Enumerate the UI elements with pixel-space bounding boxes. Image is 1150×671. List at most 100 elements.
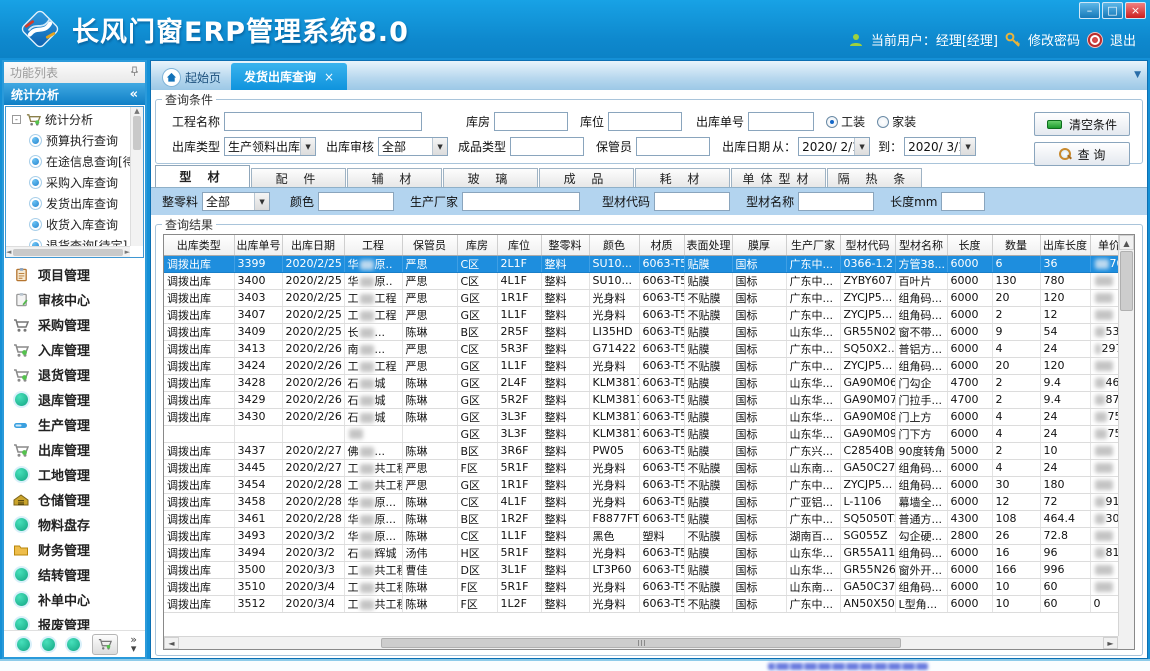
maximize-button[interactable]: □ bbox=[1102, 2, 1123, 19]
table-row[interactable]: 调拨出库34302020/2/26石城陈琳G区3L3F整料KLM38176063… bbox=[164, 408, 1118, 425]
maker-input[interactable] bbox=[462, 192, 580, 211]
table-row[interactable]: 调拨出库34612020/2/28华原...陈琳B区1R2F整料F8877FT6… bbox=[164, 510, 1118, 527]
sidebar-module-结转管理[interactable]: 结转管理 bbox=[4, 562, 145, 587]
scroll-up-icon[interactable]: ▲ bbox=[131, 107, 143, 115]
scroll-left-icon[interactable]: ◄ bbox=[6, 248, 11, 256]
tree-root-statistics[interactable]: - 统计分析 bbox=[6, 107, 130, 130]
tree-horizontal-scrollbar[interactable]: ◄ ► bbox=[6, 246, 130, 257]
sidebar-module-生产管理[interactable]: 生产管理 bbox=[4, 412, 145, 437]
column-header-单价[interactable]: 单价 bbox=[1090, 235, 1118, 255]
date-from-select[interactable]: 2020/ 2/16▼ bbox=[798, 137, 870, 156]
column-header-颜色[interactable]: 颜色 bbox=[589, 235, 639, 255]
scroll-left-icon[interactable]: ◄ bbox=[164, 637, 179, 649]
column-header-出库类型[interactable]: 出库类型 bbox=[164, 235, 234, 255]
column-header-工程[interactable]: 工程 bbox=[344, 235, 402, 255]
table-row[interactable]: 调拨出库35122020/3/4工共工程陈琳F区1L2F整料光身料6063-T5… bbox=[164, 595, 1118, 612]
material-tab-玻璃[interactable]: 玻 璃 bbox=[443, 168, 538, 187]
tree-item-预算执行查询[interactable]: 预算执行查询 bbox=[6, 130, 130, 151]
order-no-input[interactable] bbox=[748, 112, 814, 131]
search-button[interactable]: 查 询 bbox=[1034, 142, 1130, 166]
radio-jiazhuang[interactable] bbox=[877, 116, 889, 128]
scroll-thumb[interactable] bbox=[1120, 251, 1133, 311]
scroll-up-icon[interactable]: ▲ bbox=[1119, 235, 1134, 250]
table-row[interactable]: 调拨出库34542020/2/28工共工程严思G区1R1F整料光身料6063-T… bbox=[164, 476, 1118, 493]
audit-select[interactable]: 全部▼ bbox=[378, 137, 448, 156]
project-name-input[interactable] bbox=[224, 112, 422, 131]
material-tab-配件[interactable]: 配 件 bbox=[251, 168, 346, 187]
tree-item-收货入库查询[interactable]: 收货入库查询 bbox=[6, 214, 130, 235]
table-row[interactable]: 调拨出库34002020/2/25华原..严思C区4L1F整料SU10...60… bbox=[164, 272, 1118, 289]
color-input[interactable] bbox=[318, 192, 394, 211]
table-row[interactable]: 调拨出库34132020/2/26南...严思C区5R3F整料G71422606… bbox=[164, 340, 1118, 357]
scroll-right-icon[interactable]: ► bbox=[1103, 637, 1118, 649]
sidebar-module-入库管理[interactable]: 入库管理 bbox=[4, 337, 145, 362]
change-password-link[interactable]: 修改密码 bbox=[1028, 30, 1080, 49]
material-tab-单体型材[interactable]: 单体型材 bbox=[731, 168, 826, 187]
sidebar-module-项目管理[interactable]: 项目管理 bbox=[4, 262, 145, 287]
material-tab-耗材[interactable]: 耗 材 bbox=[635, 168, 730, 187]
table-row[interactable]: 调拨出库34452020/2/27工共工程严思F区5R1F整料光身料6063-T… bbox=[164, 459, 1118, 476]
cart-button[interactable] bbox=[92, 634, 118, 655]
column-header-保管员[interactable]: 保管员 bbox=[402, 235, 457, 255]
tree-item-发货出库查询[interactable]: 发货出库查询 bbox=[6, 193, 130, 214]
tab-home[interactable]: 起始页 bbox=[153, 64, 231, 90]
clear-conditions-button[interactable]: 清空条件 bbox=[1034, 112, 1130, 136]
column-header-生产厂家[interactable]: 生产厂家 bbox=[786, 235, 840, 255]
sidebar-module-报废管理[interactable]: 报废管理 bbox=[4, 612, 145, 630]
sidebar-overflow-button[interactable]: »▾ bbox=[130, 635, 137, 653]
material-tab-辅材[interactable]: 辅 材 bbox=[347, 168, 442, 187]
column-header-型材代码[interactable]: 型材代码 bbox=[840, 235, 895, 255]
minimize-button[interactable]: – bbox=[1079, 2, 1100, 19]
tree-item-退货查询[待定][interactable]: 退货查询[待定] bbox=[6, 235, 130, 246]
sidebar-module-退库管理[interactable]: 退库管理 bbox=[4, 387, 145, 412]
length-input[interactable] bbox=[941, 192, 985, 211]
scroll-right-icon[interactable]: ► bbox=[125, 248, 130, 256]
grid-horizontal-scrollbar[interactable]: ◄ ► bbox=[164, 636, 1118, 649]
table-row[interactable]: 调拨出库34372020/2/27佛...陈琳B区3R6F整料PW056063-… bbox=[164, 442, 1118, 459]
module-circle-icon[interactable] bbox=[42, 638, 55, 651]
column-header-材质[interactable]: 材质 bbox=[639, 235, 684, 255]
out-type-select[interactable]: 生产领料出库▼ bbox=[224, 137, 316, 156]
sidebar-module-审核中心[interactable]: 审核中心 bbox=[4, 287, 145, 312]
table-row[interactable]: 调拨出库34942020/3/2石辉城汤伟H区5R1F整料光身料6063-T5贴… bbox=[164, 544, 1118, 561]
sidebar-module-出库管理[interactable]: 出库管理 bbox=[4, 437, 145, 462]
material-tab-隔热条[interactable]: 隔 热 条 bbox=[827, 168, 922, 187]
sidebar-module-退货管理[interactable]: 退货管理 bbox=[4, 362, 145, 387]
pin-icon[interactable] bbox=[130, 66, 139, 80]
code-input[interactable] bbox=[654, 192, 730, 211]
location-input[interactable] bbox=[608, 112, 682, 131]
sidebar-module-财务管理[interactable]: 财务管理 bbox=[4, 537, 145, 562]
table-row[interactable]: 调拨出库34072020/2/25工工程严思G区1L1F整料光身料6063-T5… bbox=[164, 306, 1118, 323]
name-input[interactable] bbox=[798, 192, 874, 211]
column-header-出库日期[interactable]: 出库日期 bbox=[282, 235, 344, 255]
material-tab-型材[interactable]: 型 材 bbox=[155, 165, 250, 187]
zl-select[interactable]: 全部▼ bbox=[202, 192, 270, 211]
column-header-整零料[interactable]: 整零料 bbox=[541, 235, 589, 255]
sidebar-module-补单中心[interactable]: 补单中心 bbox=[4, 587, 145, 612]
table-row[interactable]: 调拨出库35002020/3/3工共工程曹佳D区3L1F整料LT3P606063… bbox=[164, 561, 1118, 578]
sidebar-module-采购管理[interactable]: 采购管理 bbox=[4, 312, 145, 337]
tab-overflow-icon[interactable]: ▼ bbox=[1134, 70, 1141, 80]
grid-vertical-scrollbar[interactable]: ▲ bbox=[1118, 235, 1134, 636]
close-button[interactable]: × bbox=[1125, 2, 1146, 19]
warehouse-input[interactable] bbox=[494, 112, 568, 131]
sidebar-module-工地管理[interactable]: 工地管理 bbox=[4, 462, 145, 487]
column-header-长度[interactable]: 长度 bbox=[947, 235, 992, 255]
scroll-thumb[interactable] bbox=[381, 638, 901, 648]
table-row[interactable]: G区3L3F整料KLM38176063-T5贴膜国标山东华...GA90M09.… bbox=[164, 425, 1118, 442]
collapse-icon[interactable]: « bbox=[130, 87, 138, 102]
tree-item-在途信息查询[待[interactable]: 在途信息查询[待 bbox=[6, 151, 130, 172]
column-header-出库长度[interactable]: 出库长度 bbox=[1040, 235, 1090, 255]
logout-button[interactable]: 退出 bbox=[1110, 30, 1136, 49]
sidebar-group-statistics[interactable]: 统计分析 « bbox=[4, 83, 145, 105]
tree-vertical-scrollbar[interactable]: ▲ bbox=[130, 107, 143, 246]
table-row[interactable]: 调拨出库34242020/2/26工工程严思G区1L1F整料光身料6063-T5… bbox=[164, 357, 1118, 374]
column-header-库房[interactable]: 库房 bbox=[457, 235, 497, 255]
radio-gongzhuang[interactable] bbox=[826, 116, 838, 128]
module-circle-icon[interactable] bbox=[67, 638, 80, 651]
table-row[interactable]: 调拨出库34932020/3/2华原...陈琳C区1L1F整料黑色塑料不贴膜国标… bbox=[164, 527, 1118, 544]
keeper-input[interactable] bbox=[636, 137, 710, 156]
table-row[interactable]: 调拨出库35102020/3/4工共工程陈琳F区5R1F整料光身料6063-T5… bbox=[164, 578, 1118, 595]
table-row[interactable]: 调拨出库34092020/2/25长...陈琳B区2R5F整料LI35HD606… bbox=[164, 323, 1118, 340]
material-tab-成品[interactable]: 成 品 bbox=[539, 168, 634, 187]
